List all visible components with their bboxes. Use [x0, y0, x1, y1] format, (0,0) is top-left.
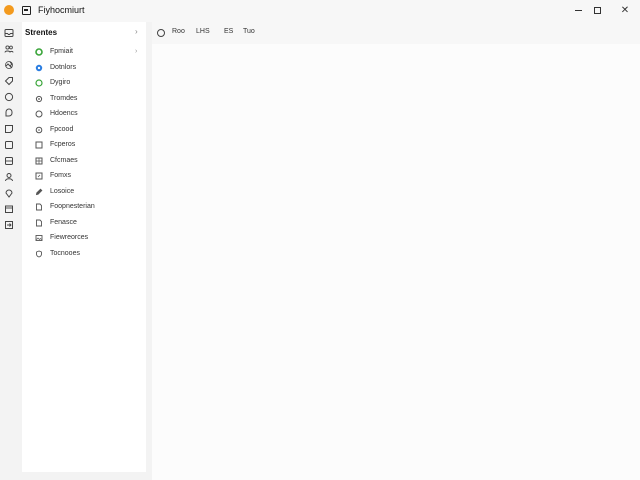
- sidebar-item-label: Fiewreorces: [50, 234, 89, 241]
- rail-tag-icon[interactable]: [4, 76, 14, 86]
- rail-users-icon[interactable]: [4, 44, 14, 54]
- sidebar-item-label: Hdoencs: [50, 110, 78, 117]
- document-icon: [35, 219, 43, 227]
- sidebar-item-label: Fpcood: [50, 126, 74, 133]
- circle-outline-icon: [35, 110, 43, 118]
- square-outline-icon: [35, 141, 43, 149]
- sidebar-item-label: Dotnlors: [50, 64, 77, 71]
- sidebar: Strentes › Fpmiait › Dotnlors Dygiro Tro…: [22, 22, 146, 472]
- sidebar-item-label: Losoice: [50, 188, 75, 195]
- sidebar-item-label: Dygiro: [50, 79, 71, 86]
- sidebar-item[interactable]: Fiewreorces: [22, 231, 146, 245]
- document-icon: [35, 203, 43, 211]
- edit-icon: [35, 172, 43, 180]
- sidebar-item[interactable]: Losoice: [22, 185, 146, 199]
- sidebar-item[interactable]: Foopnesterian: [22, 200, 146, 214]
- rail-inbox-icon[interactable]: [4, 28, 14, 38]
- image-icon: [35, 234, 43, 242]
- toolbar-item[interactable]: ES: [224, 28, 233, 35]
- sidebar-item[interactable]: Fpcood: [22, 123, 146, 137]
- window-title: Fiyhocmiurt: [38, 5, 85, 15]
- sidebar-header: Strentes ›: [22, 22, 146, 42]
- maximize-icon: [593, 6, 601, 14]
- close-icon: ✕: [620, 4, 630, 16]
- blue-circle-icon: [35, 64, 43, 72]
- rail-chat-icon[interactable]: [4, 108, 14, 118]
- sidebar-item-label: Tocnooes: [50, 250, 80, 257]
- sidebar-item-label: Fpmiait: [50, 48, 73, 55]
- icon-rail: [0, 22, 20, 480]
- gear-icon: [35, 95, 43, 103]
- rail-calendar-icon[interactable]: [4, 204, 14, 214]
- rail-location-icon[interactable]: [4, 188, 14, 198]
- sidebar-item[interactable]: Hdoencs: [22, 107, 146, 121]
- rail-note-icon[interactable]: [4, 124, 14, 134]
- toolbar: Roo LHS ES Tuo: [152, 22, 640, 44]
- sidebar-item[interactable]: Tocnooes: [22, 247, 146, 261]
- green-circle-icon: [35, 48, 43, 56]
- sidebar-item[interactable]: Cfcmaes: [22, 154, 146, 168]
- maximize-button[interactable]: [588, 2, 606, 18]
- sidebar-title: Strentes: [25, 28, 58, 37]
- sidebar-item[interactable]: Fpmiait ›: [22, 45, 146, 59]
- sidebar-item[interactable]: Dotnlors: [22, 61, 146, 75]
- sidebar-item[interactable]: Fomxs: [22, 169, 146, 183]
- sidebar-item-label: Tromdes: [50, 95, 78, 102]
- app-logo-icon: [4, 5, 14, 15]
- close-button[interactable]: ✕: [616, 2, 634, 18]
- minimize-button[interactable]: [569, 2, 587, 18]
- pen-icon: [35, 188, 43, 196]
- gear-icon: [35, 126, 43, 134]
- sidebar-item-label: Foopnesterian: [50, 203, 95, 210]
- rail-circle-icon[interactable]: [4, 92, 14, 102]
- rail-person-icon[interactable]: [4, 172, 14, 182]
- minimize-icon: [574, 9, 582, 11]
- green-ring-icon: [35, 79, 43, 87]
- sidebar-item[interactable]: Tromdes: [22, 92, 146, 106]
- chevron-right-icon: ›: [135, 48, 138, 55]
- app-window-icon: [22, 6, 31, 15]
- rail-link-icon[interactable]: [4, 60, 14, 70]
- rail-square-icon[interactable]: [4, 140, 14, 150]
- toolbar-item[interactable]: Roo: [172, 28, 185, 35]
- grid-icon: [35, 157, 43, 165]
- sidebar-item-label: Fenasce: [50, 219, 77, 226]
- sidebar-item-label: Cfcmaes: [50, 157, 78, 164]
- toolbar-item[interactable]: LHS: [196, 28, 210, 35]
- title-bar: Fiyhocmiurt ✕: [0, 0, 640, 22]
- main-content: [152, 44, 640, 480]
- sidebar-item-label: Fcperos: [50, 141, 76, 148]
- rail-sign-in-icon[interactable]: [4, 220, 14, 230]
- sidebar-item[interactable]: Dygiro: [22, 76, 146, 90]
- toolbar-item[interactable]: Tuo: [243, 28, 255, 35]
- rail-card-icon[interactable]: [4, 156, 14, 166]
- status-circle-icon[interactable]: [157, 29, 165, 37]
- sidebar-item[interactable]: Fcperos: [22, 138, 146, 152]
- shield-icon: [35, 250, 43, 258]
- sidebar-item[interactable]: Fenasce: [22, 216, 146, 230]
- sidebar-item-label: Fomxs: [50, 172, 71, 179]
- chevron-right-icon[interactable]: ›: [135, 27, 138, 36]
